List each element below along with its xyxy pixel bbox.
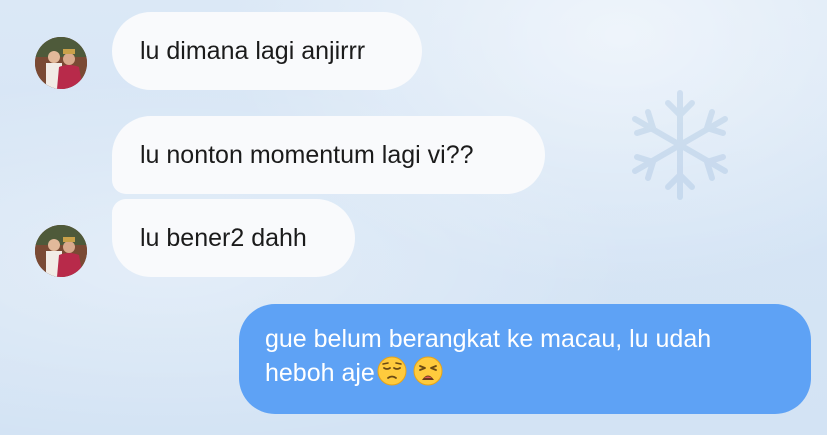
incoming-message-bubble[interactable]: lu bener2 dahh [112,199,355,277]
message-text: lu dimana lagi anjirrr [140,37,366,65]
message-text: lu bener2 dahh [140,224,307,252]
message-text-line-2: heboh aje [265,356,783,390]
pensive-face-emoji [377,356,407,386]
message-text-line: gue belum berangkat ke macau, lu udah [265,325,712,353]
message-text: lu nonton momentum lagi vi?? [140,141,474,169]
outgoing-message-bubble[interactable]: gue belum berangkat ke macau, lu udah he… [239,304,811,414]
contact-avatar[interactable] [35,37,87,89]
incoming-message-bubble[interactable]: lu nonton momentum lagi vi?? [112,116,545,194]
message-text: heboh aje [265,359,375,387]
weary-face-emoji [413,356,443,386]
incoming-message-bubble[interactable]: lu dimana lagi anjirrr [112,12,422,90]
snowflake-icon [632,90,728,200]
contact-avatar[interactable] [35,225,87,277]
